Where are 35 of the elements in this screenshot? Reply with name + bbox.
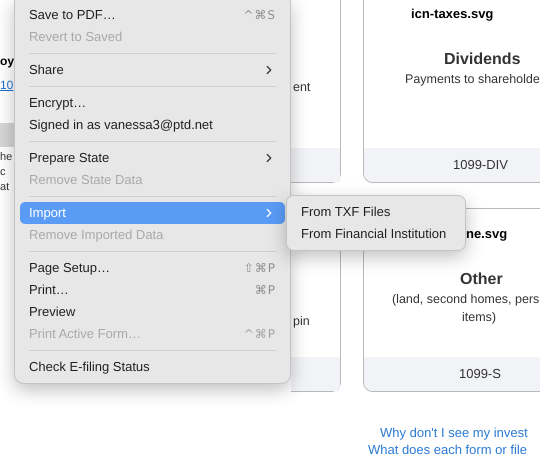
card-description: Payments to shareholde [405, 71, 540, 88]
card-text: ent [292, 80, 310, 94]
menu-item[interactable]: Preview [20, 301, 285, 323]
keyboard-shortcut: ^⌘S [243, 7, 276, 24]
card-title: Other [460, 270, 503, 290]
keyboard-shortcut: ⇧⌘P [244, 260, 276, 277]
text-fragment: oy [0, 53, 14, 69]
text-fragment: c [0, 165, 6, 180]
card-description: items) [462, 309, 496, 326]
card-footer [291, 357, 340, 391]
menu-item[interactable]: Prepare State [20, 147, 285, 169]
menu-item[interactable]: Share [20, 59, 285, 81]
card-title: Dividends [444, 50, 520, 70]
menu-item[interactable]: Save to PDF… ^⌘S [20, 4, 285, 26]
menu-item[interactable]: Signed in as vanessa3@ptd.net [20, 114, 285, 136]
form-number: 1099-DIV [453, 156, 508, 174]
card-footer [291, 148, 340, 182]
help-link[interactable]: What does each form or file [0, 441, 540, 458]
menu-item[interactable]: Check E-filing Status [20, 356, 285, 378]
form-card[interactable]: icn-taxes.svg Dividends Payments to shareholde 1099-DIV [363, 0, 540, 183]
header-band [0, 123, 14, 147]
icon-filename: icn-taxes.svg [411, 6, 494, 22]
card-text: pin [292, 314, 310, 328]
card-description: (land, second homes, pers [392, 291, 540, 308]
link[interactable]: 10 [0, 77, 14, 93]
menu-item[interactable]: Print… ⌘P [20, 279, 285, 301]
keyboard-shortcut: ⌘P [254, 282, 276, 299]
text-fragment: at [0, 180, 10, 195]
menu-item[interactable]: Page Setup… ⇧⌘P [20, 257, 285, 279]
icon-filename: ne.svg [466, 226, 508, 242]
form-number: 1099-S [459, 365, 501, 384]
keyboard-shortcut: ^⌘P [244, 326, 276, 343]
text-fragment: he [0, 150, 14, 165]
help-link[interactable]: Why don't I see my invest [0, 424, 540, 441]
menu-item[interactable]: Encrypt… [20, 92, 285, 114]
